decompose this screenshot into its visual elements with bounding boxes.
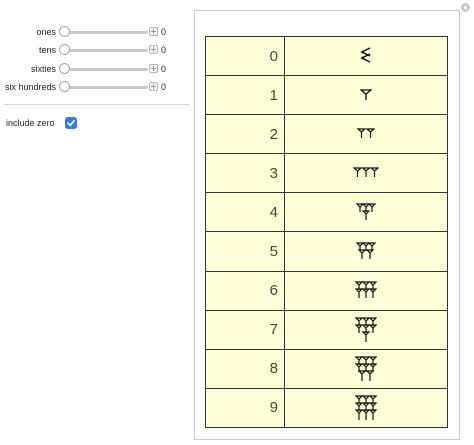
cuneiform-zero-icon: [360, 47, 371, 63]
cuneiform-four-icon: [356, 203, 376, 221]
glyph-cell: [284, 348, 448, 389]
slider-thumb-ones[interactable]: [59, 26, 70, 37]
divider: [4, 104, 190, 105]
table-row: 0: [205, 35, 448, 77]
slider-thumb-six-hundreds[interactable]: [59, 81, 70, 92]
expand-icon[interactable]: [149, 82, 158, 91]
slider-ones: ones 0: [0, 25, 190, 39]
table-row: 1: [205, 75, 448, 116]
slider-track-tens[interactable]: [62, 49, 148, 52]
cuneiform-six-icon: [355, 281, 377, 299]
glyph-cell: [284, 75, 448, 116]
table-row: 9: [205, 387, 448, 429]
demonstration-window: ones 0 tens 0 sixties 0 six hundreds 0 i…: [0, 0, 474, 445]
slider-value-tens: 0: [161, 45, 167, 55]
checkmark-icon: [67, 119, 75, 126]
cuneiform-three-icon: [353, 167, 379, 178]
slider-track-six-hundreds[interactable]: [62, 86, 148, 89]
include-zero-label: include zero: [6, 117, 55, 128]
options-icon[interactable]: [461, 3, 470, 12]
include-zero-checkbox[interactable]: [64, 116, 77, 129]
table-row: 3: [205, 153, 448, 194]
slider-value-six-hundreds: 0: [161, 82, 167, 92]
slider-thumb-sixties[interactable]: [59, 63, 70, 74]
slider-track-ones[interactable]: [62, 31, 148, 34]
cuneiform-nine-icon: [355, 395, 377, 420]
number-cell: 9: [205, 387, 285, 429]
table-row: 5: [205, 231, 448, 272]
controls-panel: ones 0 tens 0 sixties 0 six hundreds 0 i…: [0, 0, 190, 445]
glyph-cell: [284, 270, 448, 311]
table-row: 8: [205, 348, 448, 389]
expand-icon[interactable]: [149, 64, 158, 73]
include-zero-row: include zero: [6, 114, 77, 129]
table-row: 2: [205, 114, 448, 155]
cuneiform-eight-icon: [355, 356, 377, 381]
glyph-cell: [284, 35, 448, 77]
slider-sixties: sixties 0: [0, 62, 190, 76]
glyph-cell: [284, 114, 448, 155]
number-cell: 7: [205, 309, 285, 350]
slider-value-sixties: 0: [161, 64, 167, 74]
slider-six-hundreds: six hundreds 0: [0, 80, 190, 94]
number-cell: 4: [205, 192, 285, 233]
slider-label-ones: ones: [36, 27, 56, 37]
cuneiform-five-icon: [356, 242, 376, 260]
slider-label-six-hundreds: six hundreds: [4, 82, 56, 92]
number-cell: 5: [205, 231, 285, 272]
number-cell: 6: [205, 270, 285, 311]
slider-value-ones: 0: [161, 27, 167, 37]
number-cell: 8: [205, 348, 285, 389]
cuneiform-seven-icon: [355, 317, 377, 342]
glyph-cell: [284, 387, 448, 429]
cuneiform-two-icon: [357, 128, 375, 138]
cuneiform-one-icon: [360, 89, 372, 100]
glyph-cell: [284, 192, 448, 233]
number-cell: 1: [205, 75, 285, 116]
glyph-cell: [284, 153, 448, 194]
slider-track-sixties[interactable]: [62, 68, 148, 71]
number-cell: 3: [205, 153, 285, 194]
table-row: 4: [205, 192, 448, 233]
number-cell: 0: [205, 35, 285, 77]
slider-label-tens: tens: [38, 45, 56, 55]
table-row: 6: [205, 270, 448, 311]
glyph-cell: [284, 231, 448, 272]
slider-thumb-tens[interactable]: [59, 44, 70, 55]
table-row: 7: [205, 309, 448, 350]
slider-label-sixties: sixties: [30, 64, 56, 74]
slider-tens: tens 0: [0, 43, 190, 57]
numeral-table: 0 1 2 3 4 5 6 7 8 9: [205, 35, 448, 429]
expand-icon[interactable]: [149, 45, 158, 54]
number-cell: 2: [205, 114, 285, 155]
expand-icon[interactable]: [149, 27, 158, 36]
glyph-cell: [284, 309, 448, 350]
